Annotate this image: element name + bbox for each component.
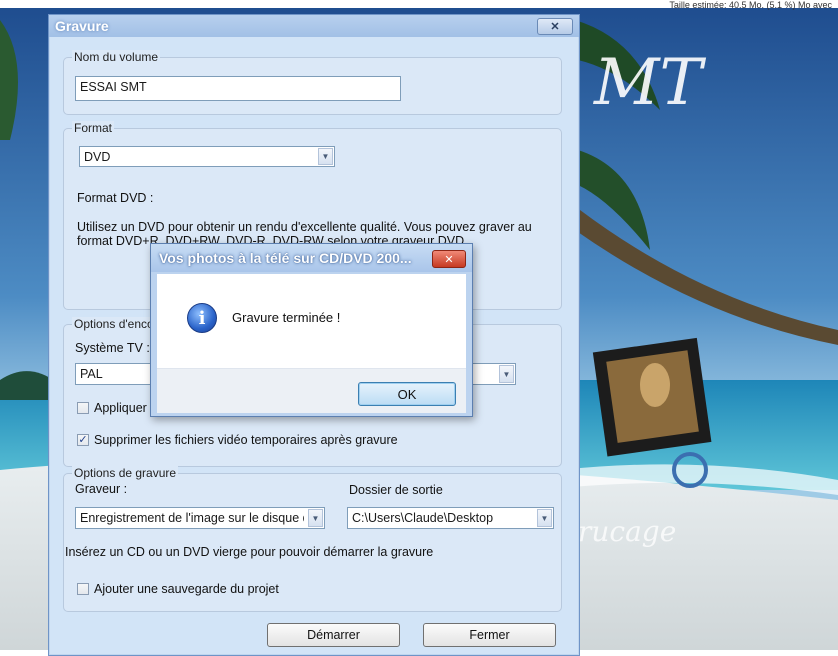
chevron-down-icon[interactable]: ▼ — [537, 509, 552, 527]
volume-group-label: Nom du volume — [72, 50, 161, 64]
watermark-bottom: rucage — [578, 515, 677, 548]
format-description-line1: Utilisez un DVD pour obtenir un rendu d'… — [77, 220, 532, 234]
message-box-close-button[interactable]: ✕ — [432, 250, 466, 268]
output-folder-select-value: C:\Users\Claude\Desktop — [352, 511, 494, 525]
message-box-body: i Gravure terminée ! — [157, 274, 466, 368]
format-select[interactable]: DVD ▼ — [79, 146, 335, 167]
message-box: Vos photos à la télé sur CD/DVD 200... ✕… — [150, 243, 473, 417]
chevron-down-icon[interactable]: ▼ — [308, 509, 323, 527]
window-titlebar[interactable]: Gravure ✕ — [49, 15, 579, 37]
watermark-top: MT — [594, 46, 703, 120]
message-box-titlebar[interactable]: Vos photos à la télé sur CD/DVD 200... ✕ — [151, 244, 472, 272]
backup-label: Ajouter une sauvegarde du projet — [94, 582, 279, 596]
window-close-button[interactable]: ✕ — [537, 18, 573, 35]
info-icon: i — [187, 303, 217, 333]
insert-disc-hint: Insérez un CD ou un DVD vierge pour pouv… — [65, 545, 434, 559]
chevron-down-icon[interactable]: ▼ — [499, 365, 514, 383]
burner-label: Graveur : — [75, 482, 128, 496]
estimated-size-text: Taille estimée: 40.5 Mo. (5.1 %) Mo avec — [669, 0, 832, 10]
apply-checkbox[interactable] — [77, 402, 89, 414]
backup-checkbox[interactable] — [77, 583, 89, 595]
burner-select-value: Enregistrement de l'image sur le disque … — [80, 511, 304, 525]
tv-system-select-value: PAL — [80, 367, 103, 381]
format-heading: Format DVD : — [77, 191, 154, 205]
ok-button[interactable]: OK — [358, 382, 456, 406]
encoding-group-label: Options d'enco — [72, 317, 156, 331]
close-button[interactable]: Fermer — [423, 623, 556, 647]
tv-system-label: Système TV : — [75, 341, 150, 355]
output-folder-label: Dossier de sortie — [349, 483, 443, 497]
close-icon: ✕ — [550, 21, 560, 33]
start-button[interactable]: Démarrer — [267, 623, 400, 647]
close-icon: ✕ — [444, 252, 454, 266]
volume-name-input[interactable]: ESSAI SMT — [75, 76, 401, 101]
window-title: Gravure — [55, 18, 109, 34]
message-box-title: Vos photos à la télé sur CD/DVD 200... — [159, 250, 412, 266]
delete-temp-label: Supprimer les fichiers vidéo temporaires… — [94, 433, 398, 447]
delete-temp-checkbox[interactable]: ✓ — [77, 434, 89, 446]
output-folder-select[interactable]: C:\Users\Claude\Desktop ▼ — [347, 507, 554, 529]
chevron-down-icon[interactable]: ▼ — [318, 148, 333, 165]
message-box-footer: OK — [157, 368, 466, 413]
message-text: Gravure terminée ! — [232, 310, 341, 325]
apply-label: Appliquer l — [94, 401, 154, 415]
burner-select[interactable]: Enregistrement de l'image sur le disque … — [75, 507, 325, 529]
format-select-value: DVD — [84, 150, 111, 164]
burn-options-group-label: Options de gravure — [72, 466, 179, 480]
format-group-label: Format — [72, 121, 115, 135]
